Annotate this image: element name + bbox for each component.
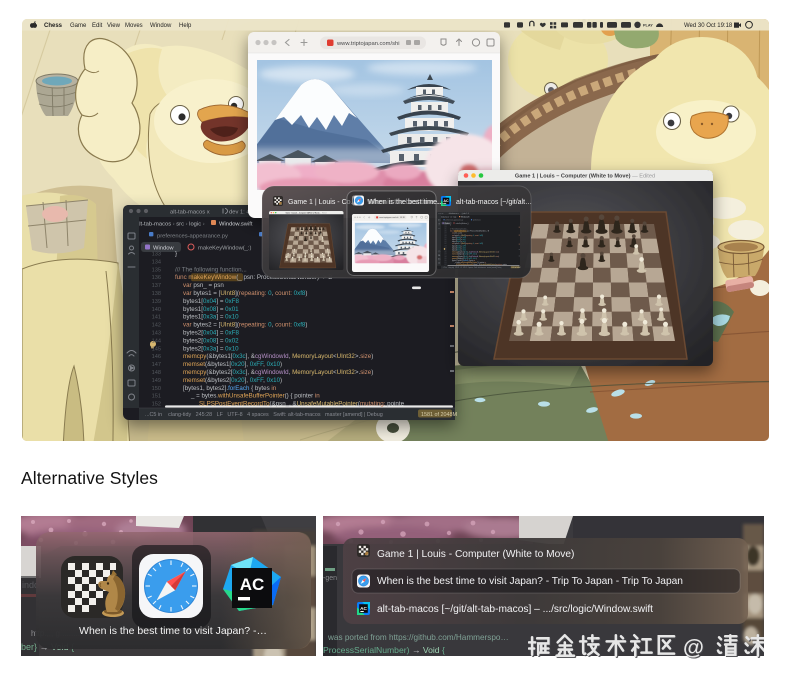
- svg-text:alt-tab-macos [~/git/alt…: alt-tab-macos [~/git/alt…: [456, 199, 532, 206]
- svg-text:-gen: -gen: [323, 575, 337, 582]
- svg-text:When is the best time…: When is the best time…: [368, 197, 444, 206]
- svg-text:Game 1 | Louis - Computer (W: Game 1 | Louis - Computer (White to Move…: [377, 549, 574, 560]
- svg-text:When is the best time to visit: When is the best time to visit Japan? - …: [377, 576, 683, 587]
- svg-text:alt-tab-macos [~/git/alt-tab-m: alt-tab-macos [~/git/alt-tab-macos] – ..…: [377, 604, 653, 615]
- svg-text:@: @: [683, 636, 704, 660]
- svg-text:was ported from https://github: was ported from https://github.com/Hamme…: [327, 633, 509, 642]
- svg-text:When is the best time to visit: When is the best time to visit Japan? -…: [79, 625, 267, 637]
- svg-text:ProcessSerialNumber) → Void {: ProcessSerialNumber) → Void {: [323, 645, 445, 655]
